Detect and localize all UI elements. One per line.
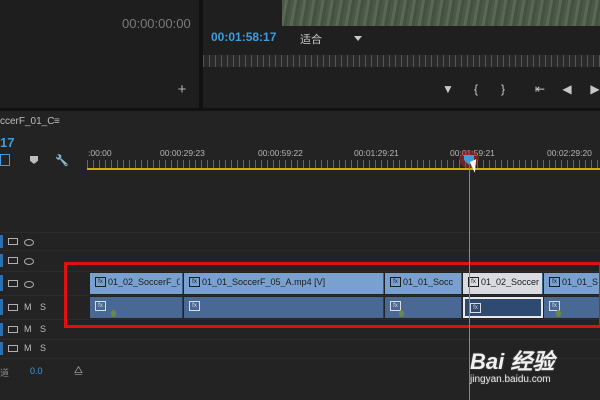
source-timecode[interactable]: 00:00:00:00 [122,16,191,31]
ruler-tick: :00:00 [88,148,112,158]
watermark: Bai 经验 jingyan.baidu.com [460,330,600,400]
mute-button[interactable]: M [24,343,32,353]
track-target-v1[interactable] [0,275,3,291]
highlight-box [64,262,600,328]
play-icon[interactable]: ▶ [588,82,600,96]
program-mini-ruler[interactable] [203,55,600,67]
menu-icon[interactable]: ≡ [54,116,60,127]
master-label: 道 [0,368,10,378]
eye-icon[interactable] [24,281,34,288]
mic-icon[interactable] [8,345,18,352]
zoom-value: 适合 [300,34,322,46]
zoom-select[interactable]: 适合 [300,31,366,46]
program-timecode[interactable]: 00:01:58:17 [211,30,276,44]
ruler-tick-marks [87,160,600,168]
film-icon[interactable] [8,280,18,287]
track-target-v3[interactable] [0,235,3,248]
master-volume[interactable]: 0.0 [30,366,43,376]
mic-icon[interactable] [8,304,18,311]
program-video-frame [282,0,600,26]
bowtie-icon[interactable]: ⧋ [74,365,83,376]
film-icon[interactable] [8,238,18,245]
transport-controls: ▼ { } ⇤ ◀ ▶ [203,78,600,102]
solo-button[interactable]: S [40,343,46,353]
chevron-down-icon [354,36,362,41]
mute-button[interactable]: M [24,302,32,312]
mark-in-icon[interactable]: { [469,82,483,96]
track-target-v2[interactable] [0,254,3,267]
eye-icon[interactable] [24,239,34,246]
step-back-icon[interactable]: ◀ [560,82,574,96]
add-marker-icon[interactable]: ▼ [441,82,455,96]
solo-button[interactable]: S [40,302,46,312]
add-button[interactable]: + [176,82,188,97]
ruler-tick: 00:00:29:23 [160,148,205,158]
solo-button[interactable]: S [40,324,46,334]
track-divider [0,250,600,251]
mark-out-icon[interactable]: } [496,82,510,96]
eye-icon[interactable] [24,258,34,265]
ruler-tick: 00:02:29:20 [547,148,592,158]
track-target-a2[interactable] [0,323,3,336]
sequence-tab[interactable]: ccerF_01_C [0,116,54,127]
film-icon[interactable] [8,257,18,264]
wrench-icon[interactable]: 🔧 [55,154,69,167]
mute-button[interactable]: M [24,324,32,334]
go-to-in-icon[interactable]: ⇤ [533,82,547,96]
snap-icon[interactable] [0,154,10,166]
track-divider [0,232,600,233]
watermark-brand: Bai 经验 [470,349,555,374]
ruler-tick: 00:00:59:22 [258,148,303,158]
work-area-bar[interactable] [87,168,600,170]
mic-icon[interactable] [8,326,18,333]
sequence-timecode[interactable]: 17 [0,135,14,150]
track-target-a1[interactable] [0,299,3,315]
ruler-tick: 00:01:29:21 [354,148,399,158]
watermark-url: jingyan.baidu.com [470,374,551,385]
track-target-a3[interactable] [0,342,3,355]
